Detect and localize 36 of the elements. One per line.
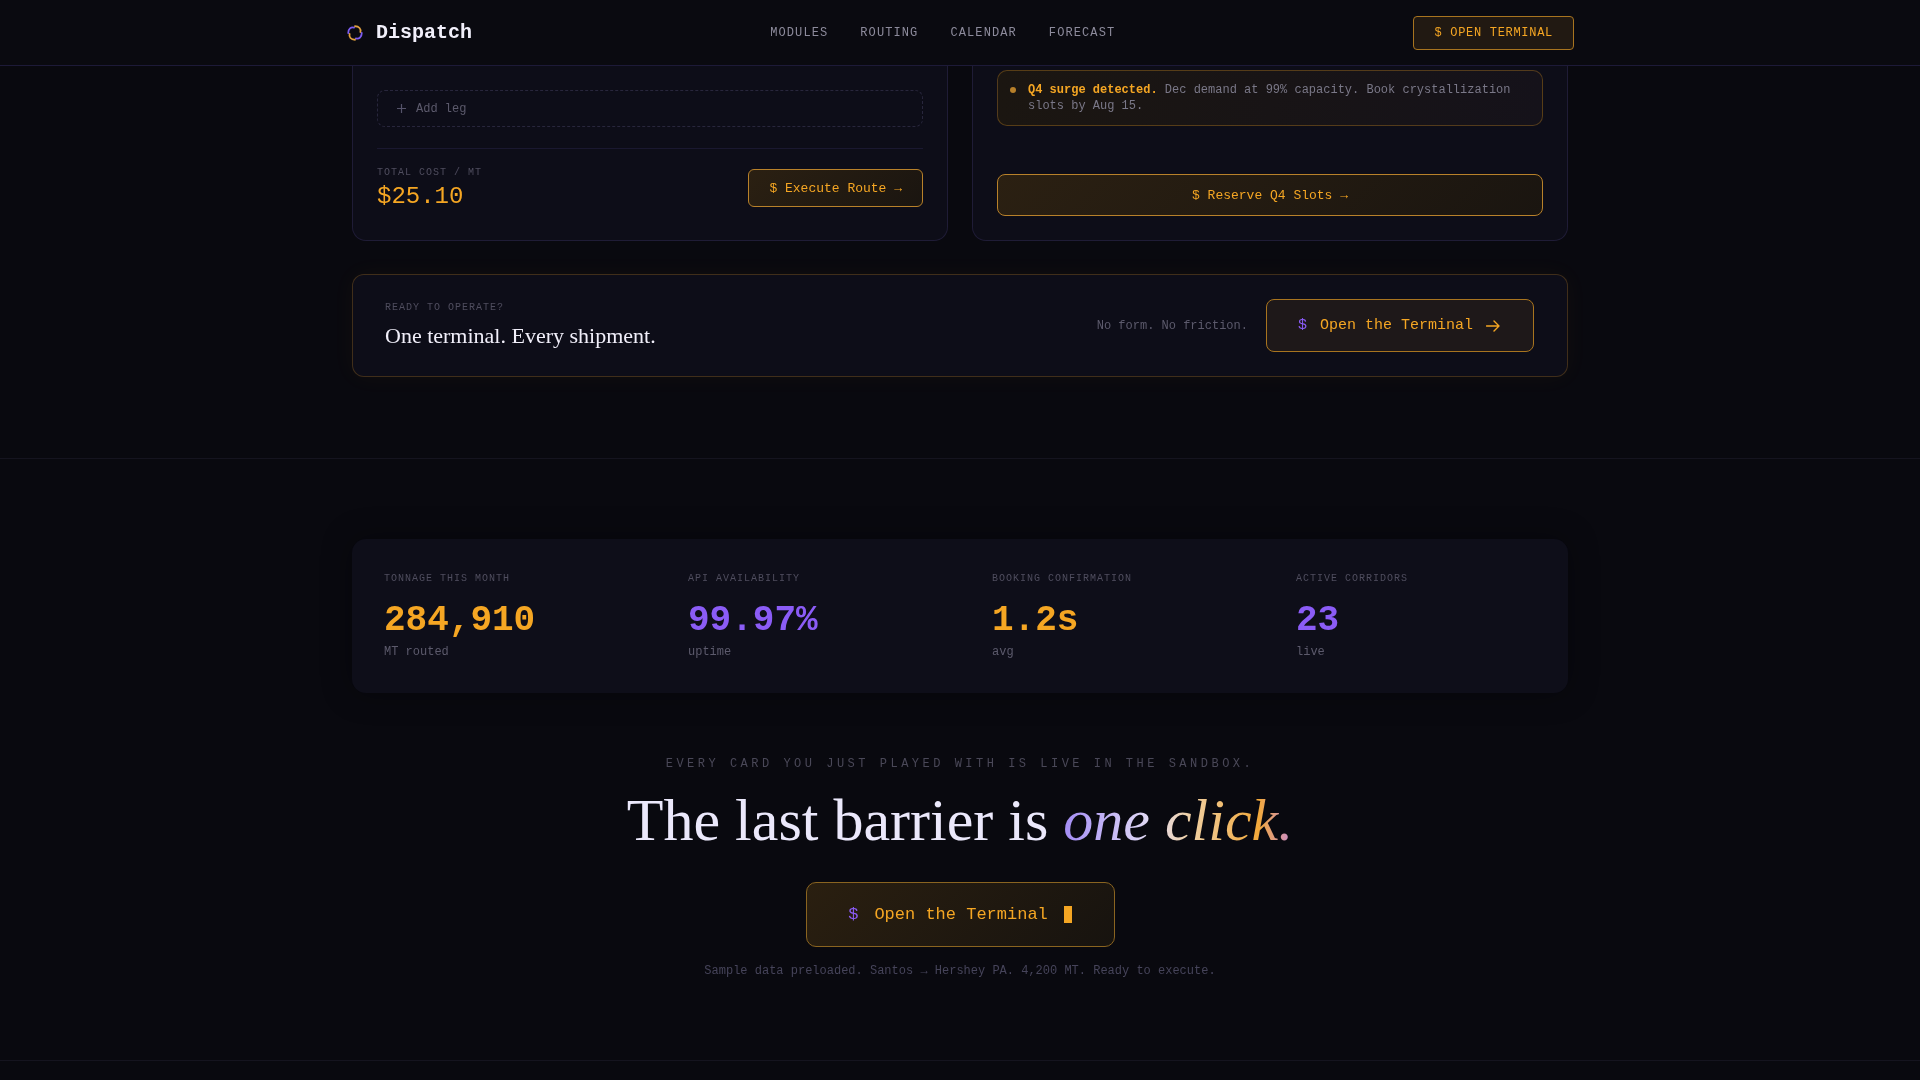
stat-value: 284,910 bbox=[384, 601, 537, 641]
nav-link[interactable]: ROUTING bbox=[860, 25, 919, 40]
stat-caption: MT routed bbox=[384, 644, 450, 660]
status-dot-icon bbox=[1010, 87, 1016, 93]
stat-label: API AVAILABILITY bbox=[688, 572, 801, 585]
stat-label: BOOKING CONFIRMATION bbox=[992, 572, 1134, 585]
open-terminal-button[interactable]: $ Open the Terminal bbox=[1265, 299, 1534, 352]
stat-caption: live bbox=[1296, 644, 1326, 660]
banner-note: No form. No friction. bbox=[1096, 318, 1248, 333]
stat-value: 23 bbox=[1296, 601, 1341, 641]
closing-eyebrow: EVERY CARD YOU JUST PLAYED WITH IS LIVE IN THE SANDBOX. bbox=[665, 756, 1255, 772]
open-terminal-button[interactable]: $ Open the Terminal bbox=[805, 882, 1115, 947]
text-cursor-icon bbox=[1063, 906, 1072, 923]
nav-link[interactable]: MODULES bbox=[770, 25, 829, 40]
brand-name[interactable]: Dispatch bbox=[376, 21, 472, 44]
cost-value: $25.10 bbox=[377, 182, 465, 211]
footnote: Sample data preloaded. Santos → Hershey PA. 4,200 MT. Ready to execute. bbox=[704, 963, 1216, 979]
arrow-right-icon bbox=[1486, 319, 1500, 332]
plus-icon bbox=[397, 104, 406, 113]
stat-label: TONNAGE THIS MONTH bbox=[384, 572, 512, 585]
stat-caption: uptime bbox=[688, 644, 733, 660]
cost-label: TOTAL COST / MT bbox=[377, 165, 482, 179]
alert-text: Q4 surge detected. Dec demand at 99% capacity. Book crystallization slots by Aug 15. bbox=[1028, 82, 1512, 114]
execute-route-button[interactable]: $ Execute Route → bbox=[748, 169, 923, 207]
nav-link[interactable]: FORECAST bbox=[1048, 25, 1116, 40]
stat-label: ACTIVE CORRIDORS bbox=[1296, 572, 1409, 585]
open-terminal-button[interactable]: $ OPEN TERMINAL bbox=[1413, 15, 1574, 50]
nav-link[interactable]: CALENDAR bbox=[950, 25, 1017, 40]
stat-value: 1.2s bbox=[992, 601, 1080, 641]
reserve-slots-button[interactable]: $ Reserve Q4 Slots → bbox=[997, 174, 1543, 216]
headline: The last barrier is one click. bbox=[626, 786, 1294, 854]
banner-eyebrow: READY TO OPERATE? bbox=[385, 301, 506, 314]
banner-title: One terminal. Every shipment. bbox=[385, 322, 656, 350]
stat-caption: avg bbox=[992, 644, 1015, 660]
stat-value: 99.97% bbox=[688, 601, 819, 641]
logo-icon bbox=[346, 23, 364, 42]
